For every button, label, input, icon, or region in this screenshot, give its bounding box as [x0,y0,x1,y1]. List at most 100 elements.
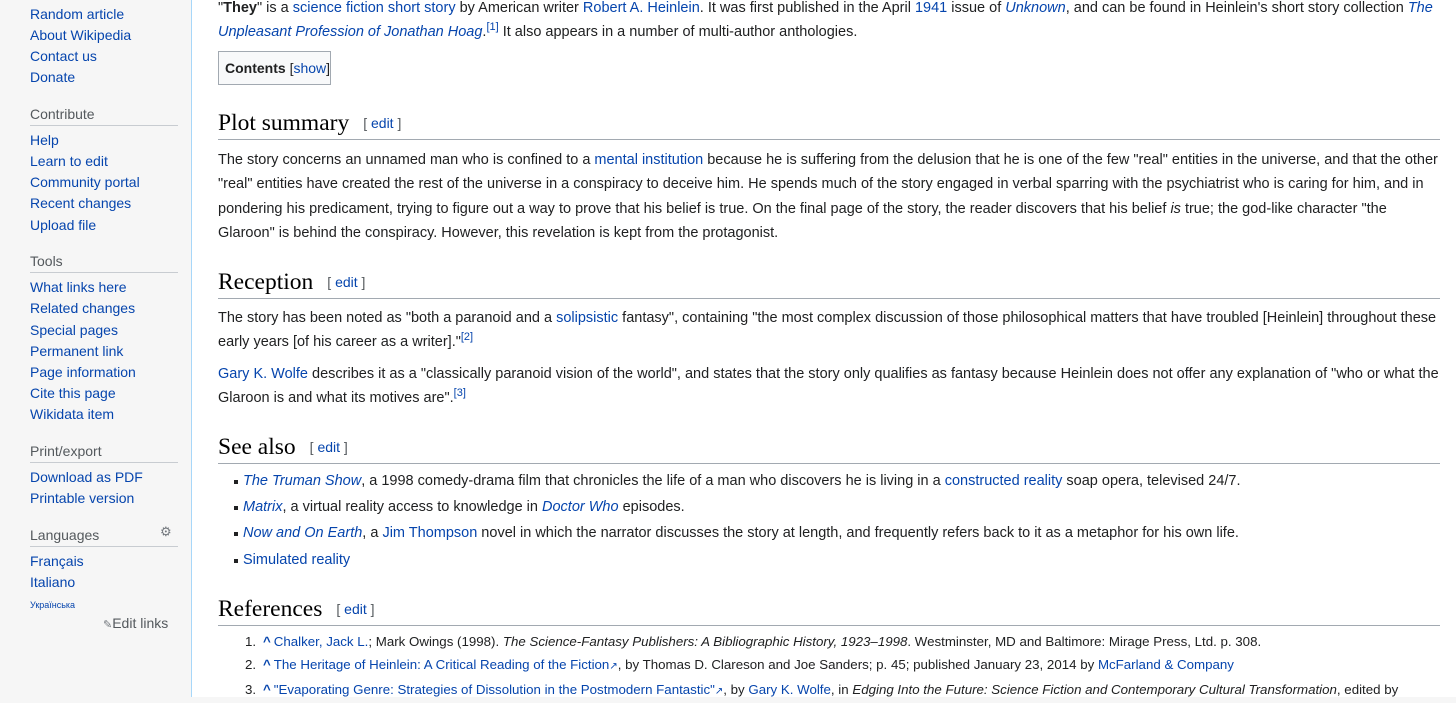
text: describes it as a "classically paranoid … [218,366,1439,407]
link-constructed-reality[interactable]: constructed reality [945,473,1063,489]
citation-1[interactable]: [1] [486,21,498,33]
list-item: The Truman Show, a 1998 comedy-drama fil… [234,468,1241,494]
backlink-caret[interactable]: ^ [263,682,271,697]
text: Edging Into the Future: Science Fiction … [852,681,1337,697]
text: by American writer [455,0,583,16]
sidebar-item-download-pdf[interactable]: Download as PDF [30,469,143,485]
heading-plot-summary: Plot summary [ edit ] [218,108,1440,140]
edit-links-button[interactable]: ✎Edit links [103,615,168,631]
link-heritage-of-heinlein[interactable]: The Heritage of Heinlein: A Critical Rea… [274,657,610,672]
sidebar-item-printable-version[interactable]: Printable version [30,490,134,506]
link-1941[interactable]: 1941 [915,0,947,16]
link-gary-wolfe-ref[interactable]: Gary K. Wolfe [748,682,831,697]
reference-number: 1. [245,634,257,649]
heading-text: Plot summary [218,110,350,136]
sidebar-item-contact-us[interactable]: Contact us [30,48,97,64]
sidebar-item-about-wikipedia[interactable]: About Wikipedia [30,27,131,43]
edit-link-see-also[interactable]: edit [317,439,340,455]
sidebar-heading-print-export: Print/export [30,443,178,463]
link-mcfarland[interactable]: McFarland & Company [1098,657,1234,672]
sidebar-item-page-information[interactable]: Page information [30,364,136,380]
references-list: 1. ^ Chalker, Jack L.; Mark Owings (1998).… [218,631,1398,703]
sidebar-item-wikidata-item[interactable]: Wikidata item [30,406,114,422]
heading-text: Reception [218,269,314,295]
heading-text: See also [218,434,296,460]
see-also-list: The Truman Show, a 1998 comedy-drama fil… [218,468,1241,573]
text: , by Thomas D. Clareson and Joe Sanders;… [617,656,1098,672]
link-robert-heinlein[interactable]: Robert A. Heinlein [583,0,700,16]
sidebar-heading-tools: Tools [30,253,178,273]
sidebar-item-recent-changes[interactable]: Recent changes [30,195,131,211]
sidebar-item-special-pages[interactable]: Special pages [30,322,118,338]
text: The Science-Fantasy Publishers: A Biblio… [502,634,908,649]
sidebar-item-lang-francais[interactable]: Français [30,553,84,569]
citation-2[interactable]: [2] [461,331,473,343]
text: ] [326,60,331,76]
link-science-fiction[interactable]: science fiction [293,0,384,16]
sidebar-item-lang-ukrainian[interactable]: Українська [30,600,75,610]
link-chalker[interactable]: Chalker, Jack L. [274,634,369,649]
list-item: Simulated reality [234,547,1241,573]
text: , and can be found in Heinlein's short s… [1065,0,1408,16]
reception-paragraph-1: The story has been noted as "both a para… [218,306,1440,355]
text: . Westminster, MD and Baltimore: Mirage … [907,634,1262,649]
link-gary-wolfe[interactable]: Gary K. Wolfe [218,366,308,382]
sidebar-item-help[interactable]: Help [30,132,59,148]
text: The story concerns an unnamed man who is… [218,152,595,168]
external-link-icon: ↗ [609,660,618,672]
link-evaporating-genre[interactable]: "Evaporating Genre: Strategies of Dissol… [274,682,715,697]
article-subject: They [223,0,257,16]
sidebar-item-permanent-link[interactable]: Permanent link [30,343,123,359]
sidebar-item-donate[interactable]: Donate [30,69,75,85]
reception-paragraph-2: Gary K. Wolfe describes it as a "classic… [218,362,1440,411]
sidebar-item-community-portal[interactable]: Community portal [30,174,140,190]
backlink-caret[interactable]: ^ [263,634,271,649]
sidebar-item-upload-file[interactable]: Upload file [30,217,96,233]
intro-paragraph: "They" is a science fiction short story … [218,0,1440,45]
pencil-icon: ✎ [103,619,113,631]
edit-link-plot[interactable]: edit [371,115,394,131]
sidebar-item-learn-to-edit[interactable]: Learn to edit [30,153,108,169]
sidebar-item-random-article[interactable]: Random article [30,6,124,22]
link-jim-thompson[interactable]: Jim Thompson [382,525,477,541]
link-mental-institution[interactable]: mental institution [594,152,703,168]
edit-link-references[interactable]: edit [344,601,367,617]
text: , a 1998 comedy-drama film that chronicl… [361,473,945,489]
citation-3[interactable]: [3] [454,387,466,399]
reference-item: 3. ^ "Evaporating Genre: Strategies of Dis… [245,679,1399,703]
link-truman-show[interactable]: The Truman Show [243,473,361,489]
sidebar-item-lang-italiano[interactable]: Italiano [30,574,75,590]
gear-icon[interactable]: ⚙ [160,524,172,540]
sidebar-item-cite-this-page[interactable]: Cite this page [30,385,116,401]
link-matrix[interactable]: Matrix [243,499,282,515]
reference-number: 3. [245,681,257,697]
text: The story has been noted as "both a para… [218,310,557,326]
text: , in [830,681,853,697]
edit-link-reception[interactable]: edit [335,274,358,290]
link-unknown-magazine[interactable]: Unknown [1005,0,1065,16]
link-solipsistic[interactable]: solipsistic [556,310,618,326]
edit-section: [ edit ] [327,274,366,290]
toc-title: Contents [225,60,286,76]
link-short-story[interactable]: short story [388,0,456,16]
list-item: Matrix, a virtual reality access to know… [234,494,1241,520]
sidebar-item-related-changes[interactable]: Related changes [30,300,135,316]
text: episodes. [618,499,685,516]
heading-see-also: See also [ edit ] [218,432,1440,464]
reference-item: 2. ^ The Heritage of Heinlein: A Critical … [245,654,1398,679]
toc-show-link[interactable]: show [293,60,326,76]
link-doctor-who[interactable]: Doctor Who [542,499,619,515]
edit-section: [ edit ] [336,601,375,617]
text: is [1170,200,1181,217]
text: , a [362,525,383,542]
text: , edited by [1336,681,1399,697]
sidebar-item-what-links-here[interactable]: What links here [30,279,126,295]
table-of-contents: Contents [show] [218,51,331,85]
link-simulated-reality[interactable]: Simulated reality [243,552,350,568]
text: soap opera, televised 24/7. [1062,473,1241,489]
backlink-caret[interactable]: ^ [263,657,271,672]
reference-number: 2. [245,656,257,672]
link-now-and-on-earth[interactable]: Now and On Earth [243,525,362,541]
text: novel in which the narrator discusses th… [477,525,1239,542]
text: ; Mark Owings (1998). [368,634,503,649]
